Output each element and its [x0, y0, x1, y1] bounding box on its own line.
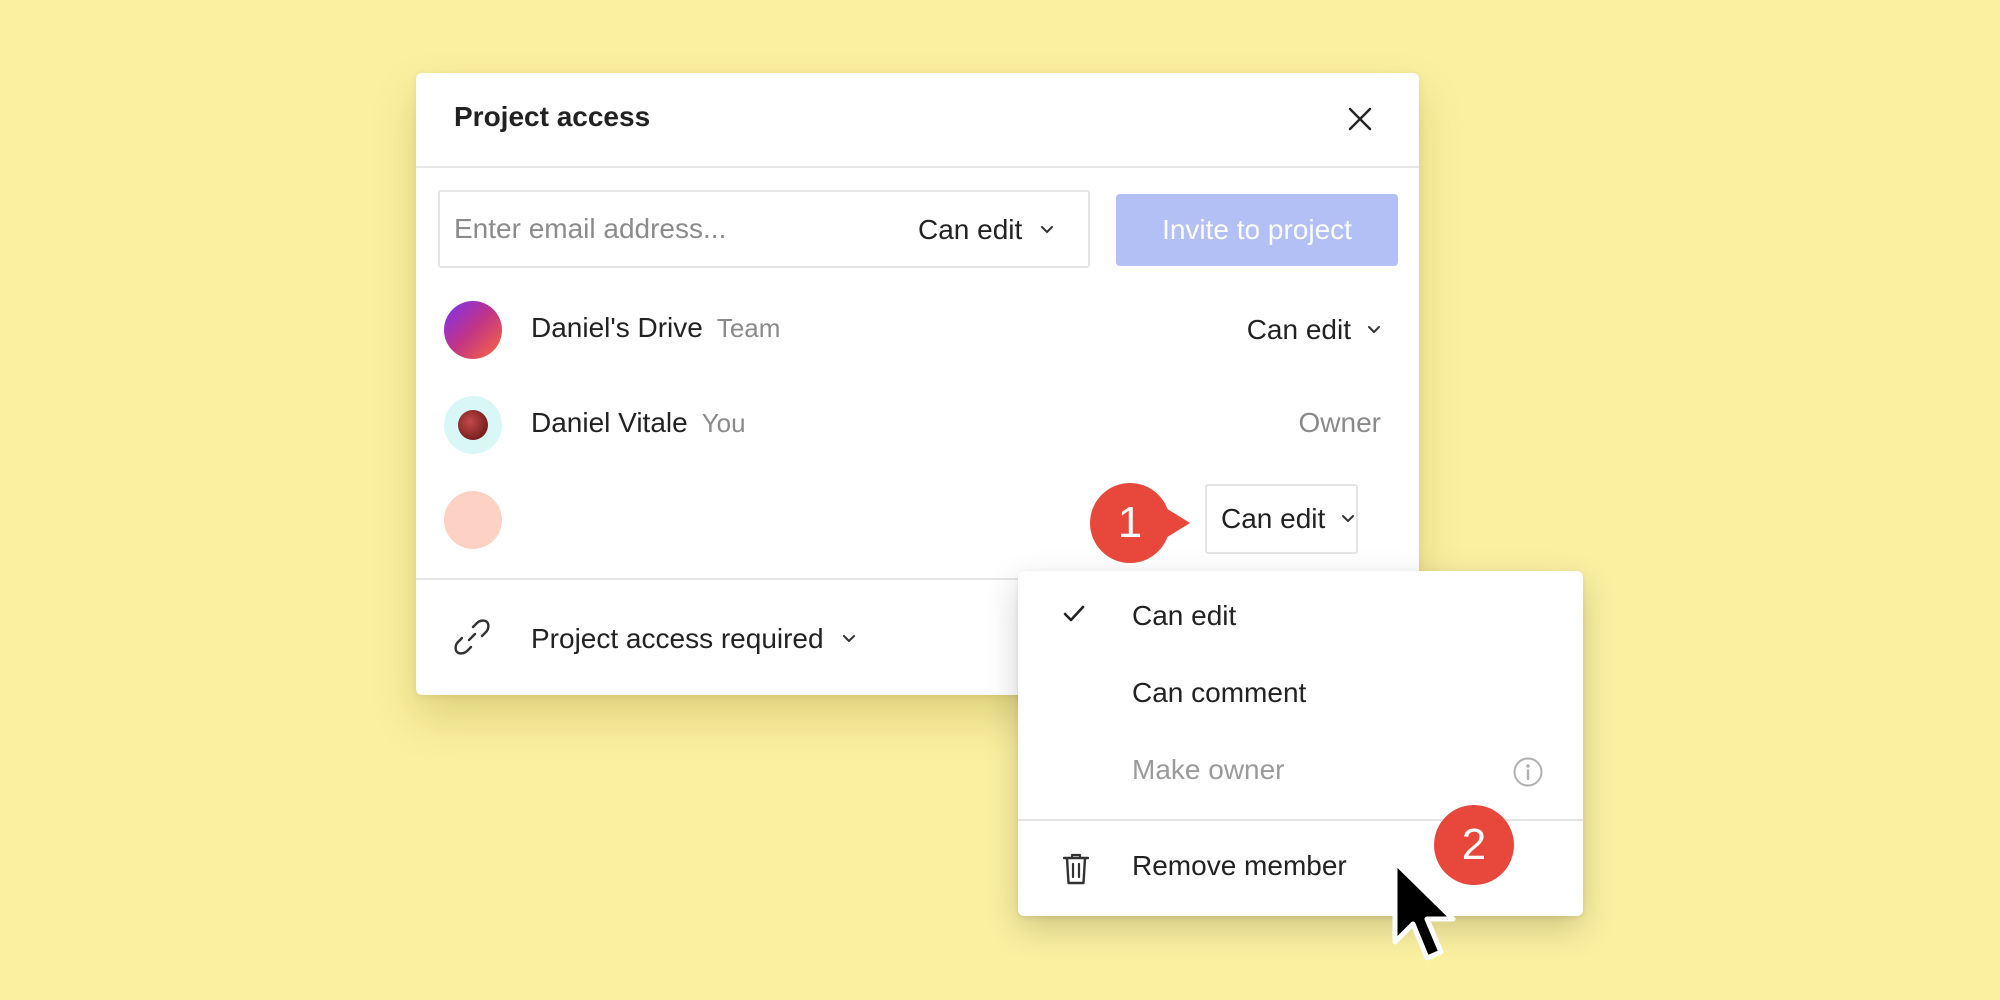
dialog-header: Project access: [416, 73, 1419, 168]
close-icon: [1348, 107, 1372, 131]
menu-item-can-comment[interactable]: Can comment: [1018, 657, 1583, 733]
invite-field: Can edit: [438, 190, 1090, 268]
member-role-dropdown[interactable]: Can edit: [1205, 484, 1358, 554]
check-icon: [1063, 605, 1085, 622]
close-button[interactable]: [1338, 97, 1382, 141]
menu-item-make-owner: Make owner: [1018, 734, 1583, 810]
trash-icon: [1062, 853, 1090, 885]
member-name: Daniel's Drive: [531, 312, 703, 343]
mouse-pointer-icon: [1392, 859, 1456, 961]
member-row: Daniel's Drive Team Can edit: [416, 290, 1419, 370]
avatar: [444, 301, 502, 359]
member-row: Daniel Vitale You Owner: [416, 385, 1419, 465]
link-icon: [454, 619, 490, 655]
member-role-label: Can edit: [1221, 503, 1326, 534]
owner-label: Owner: [1298, 407, 1381, 438]
member-role-dropdown[interactable]: Can edit: [1247, 310, 1381, 350]
invite-role-dropdown[interactable]: Can edit: [918, 210, 1054, 250]
menu-item-can-edit[interactable]: Can edit: [1018, 580, 1583, 656]
menu-item-label: Remove member: [1132, 850, 1347, 881]
invite-role-label: Can edit: [918, 214, 1023, 245]
link-access-label: Project access required: [531, 623, 824, 654]
member-row: Can edit: [416, 480, 1419, 560]
chevron-down-icon: [1041, 226, 1054, 233]
menu-item-label: Can edit: [1132, 600, 1237, 631]
chevron-down-icon: [842, 635, 855, 642]
member-role-label: Can edit: [1246, 314, 1351, 345]
avatar: [444, 491, 502, 549]
info-icon[interactable]: [1512, 756, 1544, 788]
avatar: [444, 396, 502, 454]
chevron-down-icon: [1342, 515, 1355, 522]
menu-item-label: Make owner: [1132, 754, 1285, 785]
step-badge-1: 1: [1090, 483, 1190, 563]
link-access-dropdown[interactable]: Project access required: [531, 619, 856, 659]
chevron-down-icon: [1368, 326, 1380, 333]
invite-to-project-button[interactable]: Invite to project: [1116, 194, 1398, 266]
member-tag: Team: [716, 313, 781, 343]
dialog-title: Project access: [454, 101, 651, 132]
member-tag: You: [701, 408, 746, 438]
member-name: Daniel Vitale: [531, 407, 688, 438]
step-badge-number: 1: [1117, 498, 1143, 547]
email-input[interactable]: [454, 206, 874, 252]
menu-item-label: Can comment: [1132, 677, 1307, 708]
